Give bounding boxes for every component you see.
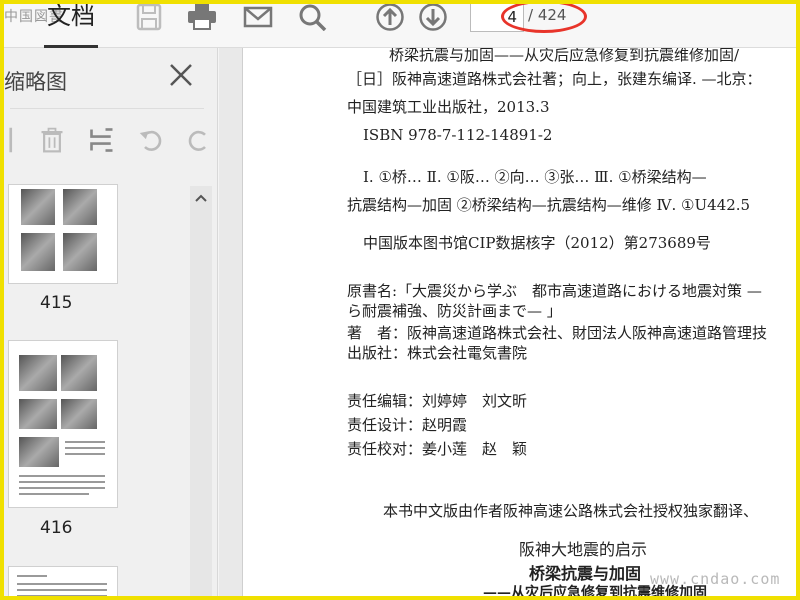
proofreader-line: 责任校对：姜小莲 赵 颖	[347, 440, 528, 458]
print-icon[interactable]	[184, 2, 220, 32]
email-icon[interactable]	[240, 2, 276, 32]
cip-title-line: 桥梁抗震与加固——从灾后应急修复到抗震维修加固/	[389, 48, 740, 64]
rotate-left-icon[interactable]	[136, 124, 168, 156]
document-viewer: 桥梁抗震与加固——从灾后应急修复到抗震维修加固/ ［日］阪神高速道路株式会社著；…	[219, 48, 800, 600]
save-icon[interactable]	[131, 2, 167, 32]
thumbnail-page-number: 415	[40, 293, 73, 313]
original-author-line: 著 者：阪神高速道路株式会社、財団法人阪神高速道路管理技	[347, 324, 768, 342]
translation-rights-line: 本书中文版由作者阪神高速公路株式会社授权独家翻译、	[383, 502, 759, 520]
page-total-label: / 424	[528, 6, 567, 24]
classification-line-2: 抗震结构—加固 ②桥梁结构—抗震结构—维修 Ⅳ. ①U442.5	[347, 196, 751, 214]
book-series-title: 阪神大地震的启示	[519, 540, 648, 559]
sidebar-toolbar	[0, 116, 218, 166]
rotate-right-icon[interactable]	[182, 124, 214, 156]
extract-icon[interactable]	[86, 124, 118, 156]
thumbnail-page[interactable]	[8, 340, 118, 508]
original-publisher-line: 出版社：株式会社電気書院	[347, 344, 528, 362]
cip-author-line: ［日］阪神高速道路株式会社著；向上，张建东编译. —北京：	[347, 70, 762, 88]
top-toolbar: 中国図書 文档 4 / 424	[0, 0, 800, 48]
thumbnail-page[interactable]	[8, 184, 118, 284]
thumbnail-scrollbar[interactable]	[190, 186, 212, 600]
editor-line: 责任编辑：刘婷婷 刘文昕	[347, 392, 528, 410]
tab-document[interactable]: 文档	[44, 0, 98, 48]
original-title-line-2: ら耐震補強、防災計画まで— 」	[347, 302, 562, 320]
page-number-input[interactable]: 4	[470, 2, 524, 32]
cip-publisher-line: 中国建筑工业出版社，2013.3	[347, 98, 550, 116]
classification-line: Ⅰ. ①桥… Ⅱ. ①阪… ②向… ③张… Ⅲ. ①桥梁结构—	[363, 168, 707, 186]
original-title-line: 原書名:「大震災から学ぶ 都市高速道路における地震対策 —	[347, 282, 762, 300]
search-icon[interactable]	[295, 2, 331, 32]
chevron-up-icon[interactable]	[190, 186, 212, 210]
page-down-icon[interactable]	[415, 2, 451, 32]
watermark: www.cndao.com	[650, 570, 781, 588]
document-page: 桥梁抗震与加固——从灾后应急修复到抗震维修加固/ ［日］阪神高速道路株式会社著；…	[242, 48, 800, 600]
designer-line: 责任设计：赵明霞	[347, 416, 468, 434]
thumbnail-page-number: 416	[40, 518, 73, 538]
close-icon[interactable]	[168, 62, 194, 88]
thumbnail-page[interactable]	[8, 566, 118, 600]
sidebar-title: 缩略图	[4, 70, 67, 94]
cip-number-line: 中国版本图书馆CIP数据核字（2012）第273689号	[363, 234, 711, 252]
divider	[10, 108, 204, 109]
bookmark-icon[interactable]	[0, 124, 32, 156]
isbn-line: ISBN 978-7-112-14891-2	[363, 126, 553, 144]
thumbnail-list: 415 416	[0, 178, 188, 600]
book-title: 桥梁抗震与加固	[529, 564, 642, 583]
page-up-icon[interactable]	[372, 2, 408, 32]
delete-icon[interactable]	[36, 124, 68, 156]
thumbnail-sidebar: 缩略图 415 416	[0, 48, 218, 600]
